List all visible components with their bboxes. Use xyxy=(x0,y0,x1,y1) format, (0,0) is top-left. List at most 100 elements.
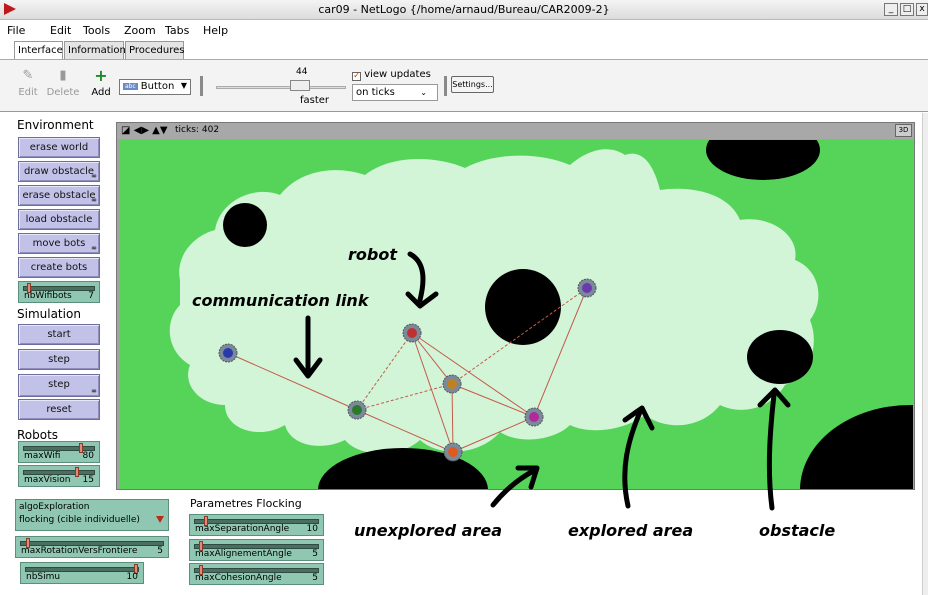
maxvision-slider[interactable]: maxVision 15 xyxy=(18,465,100,487)
draw-obstacle-label: draw obstacle xyxy=(23,166,95,177)
slider-name: maxSeparationAngle xyxy=(195,524,290,534)
delete-tool[interactable]: ▮ Delete xyxy=(46,68,80,98)
forever-icon: ∞ xyxy=(91,172,97,180)
slider-name: maxRotationVersFrontiere xyxy=(21,546,138,556)
title-bar: car09 - NetLogo {/home/arnaud/Bureau/CAR… xyxy=(0,0,928,20)
start-button[interactable]: start xyxy=(18,324,100,345)
chooser-name: algoExploration xyxy=(19,502,90,512)
slider-value: 5 xyxy=(312,549,318,559)
trash-icon: ▮ xyxy=(59,68,67,83)
obstacle xyxy=(223,203,267,247)
edit-tool[interactable]: ✎ Edit xyxy=(18,68,38,98)
communication-link-annotation: communication link xyxy=(192,291,369,310)
slider-name: maxVision xyxy=(24,475,71,485)
menu-file[interactable]: File xyxy=(7,24,25,37)
robots-heading: Robots xyxy=(17,428,59,442)
widget-type-value: Button xyxy=(140,81,175,92)
nbwifibots-slider[interactable]: nbWifibots 7 xyxy=(18,281,100,303)
minimize-button[interactable]: _ xyxy=(884,3,898,16)
widget-type-select[interactable]: abc Button ▼ xyxy=(119,79,191,95)
speed-slider-track[interactable] xyxy=(216,86,346,89)
forever-icon: ∞ xyxy=(91,196,97,204)
erase-world-button[interactable]: erase world xyxy=(18,137,100,158)
maxalignement-slider[interactable]: maxAlignementAngle 5 xyxy=(189,539,324,561)
algo-exploration-chooser[interactable]: algoExploration flocking (cible individu… xyxy=(15,499,169,531)
flocking-heading: Parametres Flocking xyxy=(190,497,302,510)
menu-edit[interactable]: Edit xyxy=(50,24,71,37)
step-button[interactable]: step xyxy=(18,349,100,370)
view-resize-icons[interactable]: ◪ ◀▶ ▲▼ xyxy=(121,125,168,136)
load-obstacle-button[interactable]: load obstacle xyxy=(18,209,100,230)
forever-icon: ∞ xyxy=(91,387,97,395)
add-label: Add xyxy=(91,87,111,98)
slider-name: maxAlignementAngle xyxy=(195,549,292,559)
obstacle xyxy=(747,330,813,384)
chevron-down-icon: ▼ xyxy=(180,81,187,90)
view-updates-checkbox[interactable]: ✓ view updates xyxy=(352,69,431,81)
toolbar-separator xyxy=(200,76,203,96)
maxrotation-slider[interactable]: maxRotationVersFrontiere 5 xyxy=(15,536,169,558)
right-scrollbar[interactable] xyxy=(922,113,928,595)
menu-tools[interactable]: Tools xyxy=(83,24,110,37)
chooser-value: flocking (cible individuelle) xyxy=(19,515,140,525)
update-mode-select[interactable]: on ticks ⌄ xyxy=(352,84,438,101)
create-bots-button[interactable]: create bots xyxy=(18,257,100,278)
unexplored-area-annotation: unexplored area xyxy=(354,521,502,540)
maxseparation-slider[interactable]: maxSeparationAngle 10 xyxy=(189,514,324,536)
slider-value: 80 xyxy=(82,451,94,461)
checkbox-checked-icon: ✓ xyxy=(352,71,361,81)
menu-tabs[interactable]: Tabs xyxy=(165,24,189,37)
slider-name: maxWifi xyxy=(24,451,61,461)
settings-button[interactable]: Settings... xyxy=(451,76,494,93)
step-forever-label: step xyxy=(48,379,70,390)
maxcohesion-slider[interactable]: maxCohesionAngle 5 xyxy=(189,563,324,585)
plus-icon: + xyxy=(94,66,108,85)
tab-interface[interactable]: Interface xyxy=(14,41,63,60)
slider-value: 10 xyxy=(306,524,318,534)
ticks-counter: ticks: 402 xyxy=(172,125,219,135)
nbsimu-slider[interactable]: nbSimu 10 xyxy=(20,562,144,584)
menu-bar: File Edit Tools Zoom Tabs Help xyxy=(0,21,928,39)
maxwifi-slider[interactable]: maxWifi 80 xyxy=(18,441,100,463)
close-button[interactable]: x xyxy=(916,3,928,16)
slider-value: 10 xyxy=(126,572,138,582)
speed-label: faster xyxy=(300,95,330,106)
update-mode-value: on ticks xyxy=(356,87,395,98)
robot xyxy=(218,343,238,363)
speed-value: 44 xyxy=(296,67,308,77)
menu-help[interactable]: Help xyxy=(203,24,228,37)
robot xyxy=(577,278,597,298)
reset-button[interactable]: reset xyxy=(18,399,100,420)
slider-name: nbWifibots xyxy=(24,291,72,301)
world-canvas xyxy=(120,140,913,489)
ticks-label: ticks: xyxy=(175,125,199,135)
chevron-down-icon: ⌄ xyxy=(420,88,427,97)
ticks-value: 402 xyxy=(201,125,220,135)
tab-procedures[interactable]: Procedures xyxy=(125,41,184,59)
menu-zoom[interactable]: Zoom xyxy=(124,24,156,37)
draw-obstacle-button[interactable]: draw obstacle ∞ xyxy=(18,161,100,182)
3d-view-button[interactable]: 3D xyxy=(895,124,912,137)
add-tool[interactable]: + Add xyxy=(90,66,112,99)
explored-area-annotation: explored area xyxy=(568,521,694,540)
speed-slider-handle[interactable] xyxy=(290,80,310,91)
slider-name: maxCohesionAngle xyxy=(195,573,282,583)
robot xyxy=(443,442,463,462)
view-control-strip: ◪ ◀▶ ▲▼ ticks: 402 3D xyxy=(117,123,914,139)
slider-handle[interactable] xyxy=(75,467,79,477)
erase-obstacle-button[interactable]: erase obstacle ∞ xyxy=(18,185,100,206)
robot xyxy=(524,407,544,427)
toolbar-separator xyxy=(444,76,447,96)
move-bots-button[interactable]: move bots ∞ xyxy=(18,233,100,254)
tab-information[interactable]: Information xyxy=(64,41,126,59)
view-updates-label: view updates xyxy=(364,69,431,80)
slider-value: 5 xyxy=(157,546,163,556)
window-title: car09 - NetLogo {/home/arnaud/Bureau/CAR… xyxy=(318,3,610,16)
step-forever-button[interactable]: step ∞ xyxy=(18,374,100,397)
chevron-down-icon xyxy=(156,516,164,523)
environment-heading: Environment xyxy=(17,118,94,132)
simulation-heading: Simulation xyxy=(17,307,81,321)
maximize-button[interactable]: □ xyxy=(900,3,914,16)
forever-icon: ∞ xyxy=(91,244,97,252)
slider-value: 5 xyxy=(312,573,318,583)
